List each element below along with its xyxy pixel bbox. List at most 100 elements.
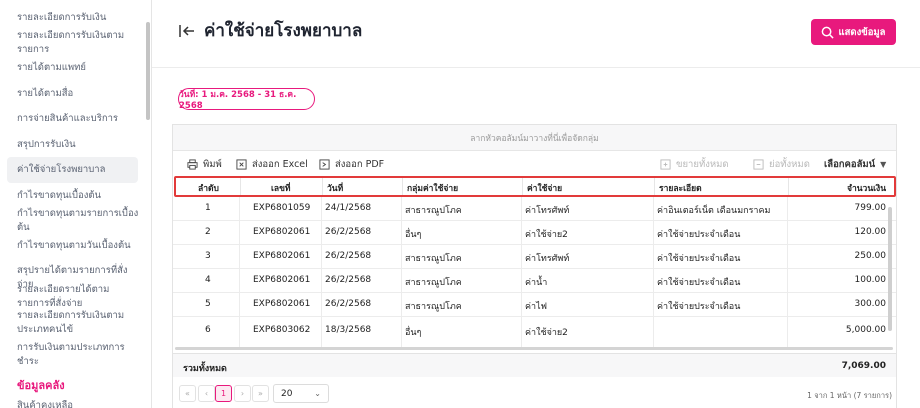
export-excel-label: ส่งออก Excel — [252, 159, 308, 170]
grid-toolbar: พิมพ์ ส่งออก Excel ส่งออก PDF ขยายทั้งหม… — [173, 151, 896, 175]
cell-expense-group: สาธารณูปโภค — [405, 278, 462, 288]
summary-label: รวมทั้งหมด — [183, 364, 227, 374]
prev-page-button[interactable]: ‹ — [198, 385, 215, 402]
cell-amount: 799.00 — [854, 203, 887, 213]
sidebar-item-inventory[interactable]: สินค้าคงเหลือ — [17, 399, 139, 408]
cell-expense: ค่าใช้จ่าย2 — [525, 230, 568, 240]
export-pdf-label: ส่งออก PDF — [335, 159, 385, 170]
collapse-all-button[interactable]: ย่อทั้งหมด — [753, 157, 810, 172]
cell-index: 2 — [205, 227, 211, 237]
pagination: « ‹ 1 › » 20 ⌄ 1 จาก 1 หน้า (7 รายการ) — [173, 377, 896, 408]
printer-icon — [187, 159, 198, 170]
excel-icon — [236, 159, 247, 170]
date-range-badge[interactable]: วันที่: 1 ม.ค. 2568 - 31 ธ.ค. 2568 — [178, 88, 315, 111]
choose-columns-button[interactable]: เลือกคอลัมน์ ▼ — [824, 157, 886, 172]
column-header-expense-group[interactable]: กลุ่มค่าใช้จ่าย — [407, 181, 458, 195]
print-label: พิมพ์ — [203, 159, 222, 170]
table-row[interactable]: 1 EXP6801059 24/1/2568 สาธารณูปโภค ค่าโท… — [173, 197, 896, 221]
table-row[interactable]: 6 EXP6803062 18/3/2568 อื่นๆ ค่าใช้จ่าย2… — [173, 317, 896, 341]
header-divider — [152, 67, 920, 68]
sidebar-item-goods-services-dispense[interactable]: การจ่ายสินค้าและบริการ — [17, 112, 139, 126]
column-header-expense[interactable]: ค่าใช้จ่าย — [527, 181, 562, 195]
horizontal-scrollbar[interactable] — [175, 347, 893, 350]
column-header-date[interactable]: วันที่ — [327, 181, 343, 195]
cell-doc-no: EXP6802061 — [253, 275, 311, 285]
collapse-sidebar-icon[interactable] — [178, 22, 196, 40]
cell-expense-group: อื่นๆ — [405, 328, 422, 338]
column-separator — [402, 178, 403, 195]
page-size-select[interactable]: 20 ⌄ — [273, 384, 329, 403]
sidebar-item-payment-details[interactable]: รายละเอียดการรับเงิน — [17, 11, 139, 25]
cell-amount: 100.00 — [854, 275, 887, 285]
table-row[interactable]: 5 EXP6802061 26/2/2568 สาธารณูปโภค ค่าไฟ… — [173, 293, 896, 317]
print-button[interactable]: พิมพ์ — [187, 157, 222, 172]
column-header-index[interactable]: ลำดับ — [198, 181, 219, 195]
column-separator — [240, 178, 241, 195]
column-separator — [322, 178, 323, 195]
sidebar-scrollbar[interactable] — [146, 22, 150, 120]
chevron-down-icon: ⌄ — [314, 389, 321, 398]
last-page-button[interactable]: » — [252, 385, 269, 402]
expand-all-label: ขยายทั้งหมด — [676, 159, 729, 170]
cell-date: 24/1/2568 — [325, 203, 372, 213]
cell-details: ค่าอินเตอร์เน็ต เดือนมกราคม — [657, 206, 771, 216]
show-data-button[interactable]: แสดงข้อมูล — [811, 19, 896, 45]
pdf-icon — [319, 159, 330, 170]
sidebar-item-income-by-doctor[interactable]: รายได้ตามแพทย์ — [17, 61, 139, 75]
column-header-amount[interactable]: จำนวนเงิน — [847, 181, 886, 195]
cell-doc-no: EXP6802061 — [253, 299, 311, 309]
cell-amount: 250.00 — [854, 251, 887, 261]
table-row[interactable]: 2 EXP6802061 26/2/2568 อื่นๆ ค่าใช้จ่าย2… — [173, 221, 896, 245]
sidebar-item-income-by-media[interactable]: รายได้ตามสื่อ — [17, 87, 139, 101]
table-row[interactable]: 3 EXP6802061 26/2/2568 สาธารณูปโภค ค่าโท… — [173, 245, 896, 269]
cell-index: 5 — [205, 299, 211, 309]
column-header-details[interactable]: รายละเอียด — [659, 181, 702, 195]
sidebar: รายละเอียดการรับเงิน รายละเอียดการรับเงิ… — [0, 0, 152, 408]
table-row[interactable]: 4 EXP6802061 26/2/2568 สาธารณูปโภค ค่าน้… — [173, 269, 896, 293]
sidebar-item-payment-summary[interactable]: สรุปการรับเงิน — [17, 138, 139, 152]
sidebar-item-profit-loss-by-day[interactable]: กำไรขาดทุนตามวันเบื้องต้น — [17, 239, 139, 253]
cell-expense: ค่าไฟ — [525, 302, 547, 312]
cell-expense: ค่าโทรศัพท์ — [525, 254, 570, 264]
sidebar-item-income-details-by-prescription[interactable]: รายละเอียดรายได้ตามรายการที่สั่งจ่าย — [17, 283, 139, 311]
summary-row: รวมทั้งหมด 7,069.00 — [173, 353, 896, 377]
page-info: 1 จาก 1 หน้า (7 รายการ) — [807, 391, 892, 400]
cell-doc-no: EXP6803062 — [253, 325, 311, 335]
cell-amount: 120.00 — [854, 227, 887, 237]
vertical-scrollbar[interactable] — [888, 207, 892, 331]
column-header-doc-no[interactable]: เลขที่ — [271, 181, 291, 195]
cell-expense-group: อื่นๆ — [405, 230, 422, 240]
cell-index: 1 — [205, 203, 211, 213]
choose-columns-label: เลือกคอลัมน์ — [824, 159, 876, 170]
column-separator — [522, 178, 523, 195]
summary-total: 7,069.00 — [841, 361, 886, 371]
group-panel-hint[interactable]: ลากหัวคอลัมน์มาวางที่นี่เพื่อจัดกลุ่ม — [173, 125, 896, 151]
export-pdf-button[interactable]: ส่งออก PDF — [319, 157, 384, 172]
sidebar-item-hospital-expenses[interactable]: ค่าใช้จ่ายโรงพยาบาล — [7, 157, 138, 183]
sidebar-item-payment-by-method[interactable]: การรับเงินตามประเภทการชำระ — [17, 341, 139, 369]
expand-all-button[interactable]: ขยายทั้งหมด — [660, 157, 729, 172]
sidebar-item-preliminary-profit-loss[interactable]: กำไรขาดทุนเบื้องต้น — [17, 189, 139, 203]
cell-details: ค่าใช้จ่ายประจำเดือน — [657, 230, 741, 240]
show-data-label: แสดงข้อมูล — [838, 26, 886, 38]
column-separator — [788, 178, 789, 195]
cell-doc-no: EXP6801059 — [253, 203, 311, 213]
cell-details: ค่าใช้จ่ายประจำเดือน — [657, 254, 741, 264]
cell-index: 3 — [205, 251, 211, 261]
expand-icon — [660, 159, 671, 170]
page-size-value: 20 — [281, 388, 293, 399]
sidebar-item-payment-details-by-item[interactable]: รายละเอียดการรับเงินตามรายการ — [17, 29, 139, 57]
sidebar-item-payment-by-patient-type[interactable]: รายละเอียดการรับเงินตามประเภทคนไข้ — [17, 309, 139, 337]
cell-expense-group: สาธารณูปโภค — [405, 302, 462, 312]
cell-index: 6 — [205, 325, 211, 335]
sidebar-section-warehouse: ข้อมูลคลัง — [17, 379, 65, 392]
cell-expense-group: สาธารณูปโภค — [405, 254, 462, 264]
next-page-button[interactable]: › — [234, 385, 251, 402]
page-1-button[interactable]: 1 — [215, 385, 232, 402]
sidebar-item-profit-loss-by-item[interactable]: กำไรขาดทุนตามรายการเบื้องต้น — [17, 207, 139, 235]
data-grid: ลากหัวคอลัมน์มาวางที่นี่เพื่อจัดกลุ่ม พิ… — [172, 124, 897, 408]
cell-date: 18/3/2568 — [325, 325, 372, 335]
export-excel-button[interactable]: ส่งออก Excel — [236, 157, 308, 172]
first-page-button[interactable]: « — [179, 385, 196, 402]
cell-amount: 5,000.00 — [845, 325, 886, 335]
